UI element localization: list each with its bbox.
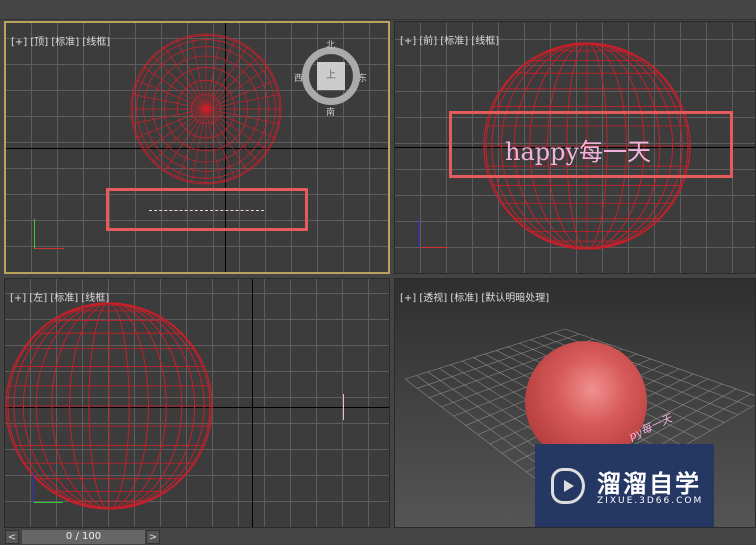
viewport-label[interactable]: [+] [透视] [标准] [默认明暗处理]: [400, 289, 549, 304]
viewport-front[interactable]: [+] [前] [标准] [线框] happy每一天: [394, 21, 756, 274]
text-highlight-box: [106, 188, 308, 231]
time-slider[interactable]: 0 / 100: [22, 530, 145, 544]
watermark-title: 溜溜自学: [597, 470, 701, 498]
3d-text-object[interactable]: happy每一天: [505, 132, 651, 167]
prev-frame-button[interactable]: <: [5, 530, 19, 544]
play-logo-icon: [551, 468, 585, 504]
timeline-bar: < 0 / 100 >: [0, 529, 756, 545]
watermark-url: ZIXUE.3D66.COM: [597, 496, 704, 506]
viewport-perspective[interactable]: py每一天 [+] [透视] [标准] [默认明暗处理] 溜溜自学 ZIXUE.…: [394, 278, 756, 528]
viewcube-compass[interactable]: 上 北 南 东 西: [294, 41, 367, 118]
viewport-label[interactable]: [+] [左] [标准] [线框]: [10, 289, 109, 304]
viewport-label[interactable]: [+] [顶] [标准] [线框]: [11, 33, 110, 48]
axis-gizmo: [34, 219, 64, 249]
toolbar: [0, 0, 756, 20]
viewport-label[interactable]: [+] [前] [标准] [线框]: [400, 32, 499, 47]
text-object-top-view: [149, 210, 264, 211]
watermark: 溜溜自学 ZIXUE.3D66.COM: [535, 444, 714, 527]
next-frame-button[interactable]: >: [146, 530, 160, 544]
viewport-top[interactable]: [+] [顶] [标准] [线框] 上 北 南 东 西: [4, 21, 390, 274]
viewport-left[interactable]: [+] [左] [标准] [线框]: [4, 278, 390, 528]
axis-gizmo: [33, 473, 63, 503]
axis-gizmo: [419, 218, 449, 248]
text-object-side-view: [343, 394, 344, 420]
